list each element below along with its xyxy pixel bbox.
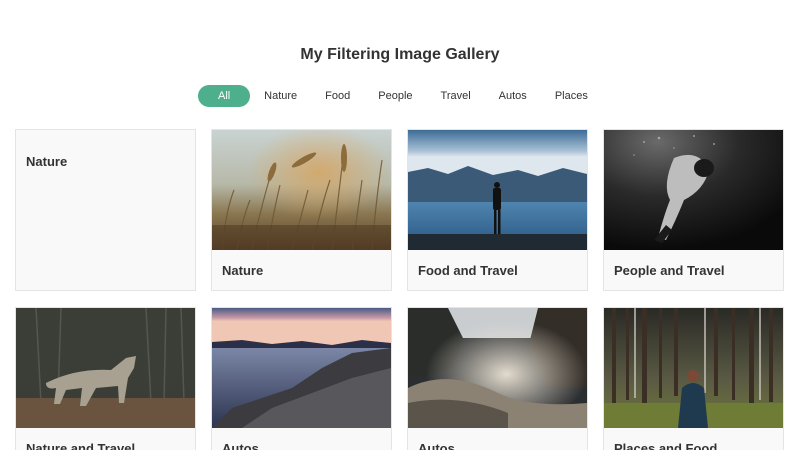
underwater-person-photo — [604, 130, 783, 250]
filter-travel-button[interactable]: Travel — [427, 85, 485, 107]
gallery-grid: Nature Nature Food and Travel People and… — [15, 129, 785, 450]
wheat-field-photo — [212, 130, 391, 250]
filter-food-button[interactable]: Food — [311, 85, 364, 107]
page-title: My Filtering Image Gallery — [300, 46, 500, 63]
filter-people-button[interactable]: People — [364, 85, 426, 107]
lake-person-photo — [408, 130, 587, 250]
gallery-card[interactable]: Places and Food — [603, 307, 784, 450]
card-caption: Autos — [222, 440, 259, 450]
card-caption: Autos — [418, 440, 455, 450]
card-caption: Nature — [26, 154, 68, 169]
filter-all-button[interactable]: All — [198, 85, 251, 107]
filter-autos-button[interactable]: Autos — [485, 85, 541, 107]
gallery-card[interactable]: Autos — [211, 307, 392, 450]
gallery-card[interactable]: Autos — [407, 307, 588, 450]
gallery-card[interactable]: Nature — [211, 129, 392, 291]
forest-person-photo — [604, 308, 783, 428]
gallery-card[interactable]: Food and Travel — [407, 129, 588, 291]
card-caption: Nature and Travel — [26, 440, 136, 450]
card-caption: Nature — [222, 262, 264, 278]
gallery-card[interactable]: People and Travel — [603, 129, 784, 291]
card-caption: Places and Food — [614, 440, 718, 450]
card-caption: People and Travel — [614, 262, 725, 278]
filter-bar: All Nature Food People Travel Autos Plac… — [0, 85, 800, 107]
filter-places-button[interactable]: Places — [541, 85, 602, 107]
wolf-photo — [16, 308, 195, 428]
waterfall-mist-photo — [408, 308, 587, 428]
card-caption: Food and Travel — [418, 262, 518, 278]
gallery-card[interactable]: Nature — [15, 129, 196, 291]
rocky-coast-sunset-photo — [212, 308, 391, 428]
gallery-card[interactable]: Nature and Travel — [15, 307, 196, 450]
filter-nature-button[interactable]: Nature — [250, 85, 311, 107]
